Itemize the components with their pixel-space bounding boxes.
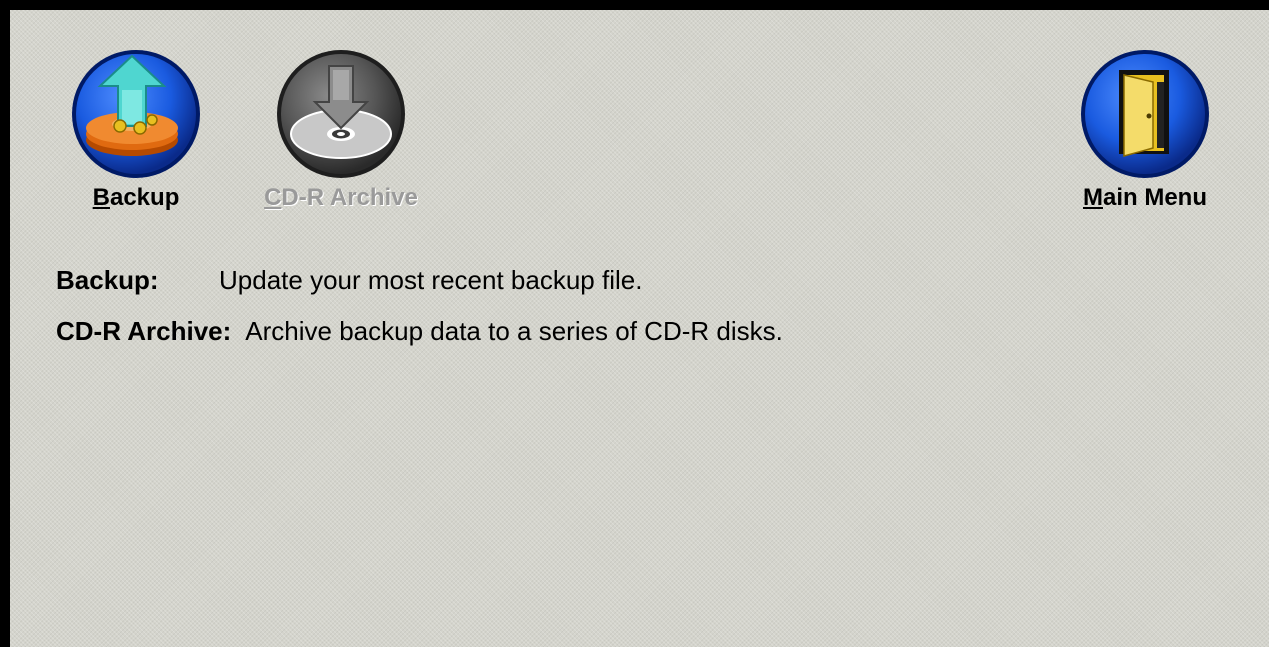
backup-panel: Backup CD-R Archive Main Menu Backup: Up… bbox=[0, 0, 1269, 647]
description-term: CD-R Archive: bbox=[56, 316, 232, 346]
exit-door-icon bbox=[1081, 50, 1209, 178]
backup-button-label: Backup bbox=[92, 184, 180, 211]
backup-upload-icon bbox=[72, 50, 200, 178]
cdr-archive-button[interactable]: CD-R Archive bbox=[246, 48, 436, 212]
backup-button[interactable]: Backup bbox=[66, 48, 206, 212]
cd-archive-icon bbox=[277, 50, 405, 178]
cdr-archive-button-label: CD-R Archive bbox=[264, 184, 418, 211]
description-term: Backup: bbox=[56, 265, 159, 295]
cdr-archive-description: CD-R Archive: Archive backup data to a se… bbox=[56, 315, 783, 347]
main-menu-button[interactable]: Main Menu bbox=[1050, 48, 1240, 212]
description-text: Update your most recent backup file. bbox=[219, 265, 643, 295]
description-text: Archive backup data to a series of CD-R … bbox=[245, 316, 783, 346]
backup-description: Backup: Update your most recent backup fi… bbox=[56, 264, 642, 296]
main-menu-button-label: Main Menu bbox=[1082, 184, 1207, 211]
